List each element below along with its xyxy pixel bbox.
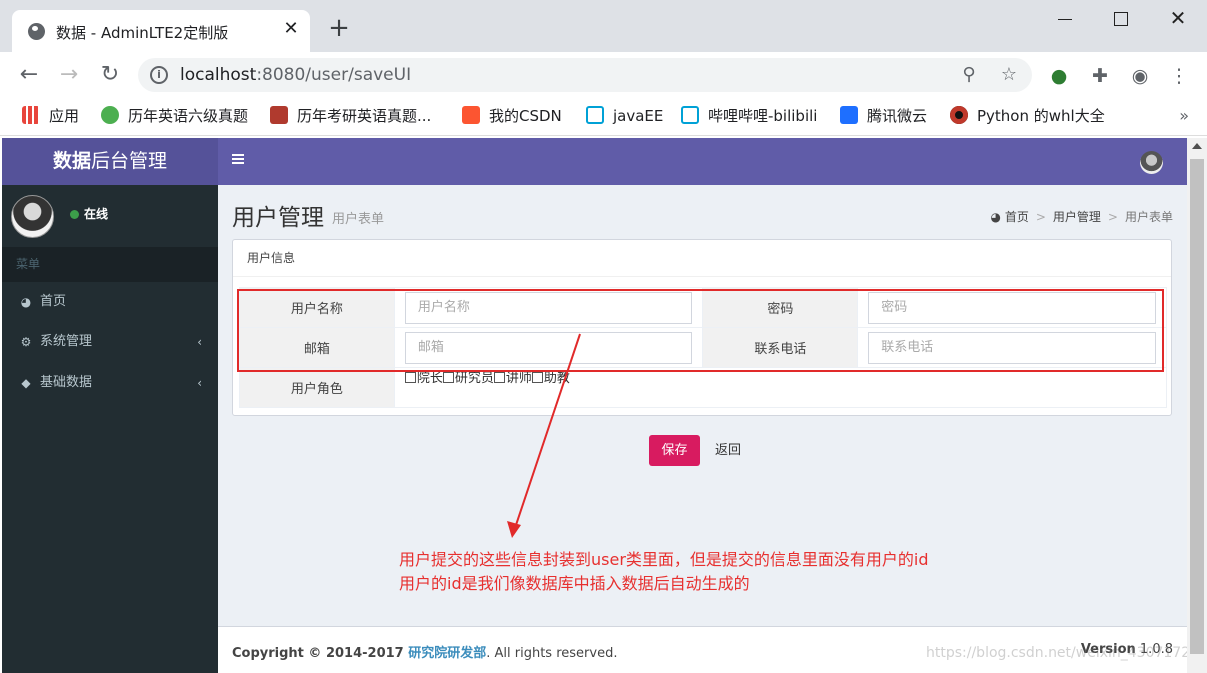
box-title: 用户信息: [247, 251, 296, 265]
browser-toolbar: ← → ↻ i localhost:8080/user/saveUI ⚲ ☆ ●…: [0, 52, 1207, 98]
apps-grid-icon: [22, 106, 40, 124]
sidebar-item-label: 基础数据: [40, 375, 93, 390]
close-tab-icon[interactable]: ✕: [280, 18, 302, 40]
annotation-line: 用户提交的这些信息封装到user类里面，但是提交的信息里面没有用户的id: [399, 550, 929, 569]
back-button[interactable]: 返回: [708, 435, 748, 466]
profile-icon[interactable]: ◉: [1128, 64, 1152, 88]
role-option[interactable]: 研究员: [442, 371, 494, 386]
chevron-left-icon: ‹: [197, 335, 202, 349]
user-status: 在线: [84, 207, 109, 221]
header-avatar[interactable]: [1140, 151, 1163, 174]
url-text: localhost:8080/user/saveUI: [180, 65, 412, 85]
bookmark-item[interactable]: 历年考研英语真题...: [270, 106, 431, 126]
globe-icon: [28, 23, 45, 40]
checkbox[interactable]: [404, 372, 416, 383]
bilibili-icon: [681, 106, 699, 124]
dashboard-icon: ◕: [20, 295, 32, 309]
role-checkboxes: 院长 研究员 讲师 助教: [393, 367, 1168, 408]
puzzle-icon[interactable]: ✚: [1088, 64, 1112, 88]
sidebar-item-label: 系统管理: [40, 334, 93, 349]
annotation-text: 用户提交的这些信息封装到user类里面，但是提交的信息里面没有用户的id 用户的…: [399, 548, 929, 596]
bookmark-apps[interactable]: 应用: [22, 106, 79, 126]
breadcrumb-user-mgmt[interactable]: 用户管理: [1053, 210, 1101, 224]
leaf-icon: [101, 106, 119, 124]
bookmark-item[interactable]: 腾讯微云: [840, 106, 927, 126]
sidebar-item-basic-data[interactable]: ◆ 基础数据 ‹: [2, 363, 218, 403]
role-label: 用户角色: [239, 367, 395, 408]
scrollbar[interactable]: [1187, 138, 1207, 673]
app-viewport: 数据后台管理 在线 菜单 ◕ 首页 ⚙ 系统管理 ‹ ◆ 基础数据 ‹ 用户管理…: [2, 138, 1187, 673]
back-icon[interactable]: ←: [16, 62, 42, 88]
zoom-icon[interactable]: ⚲: [958, 64, 980, 86]
scroll-thumb[interactable]: [1190, 159, 1204, 654]
address-bar[interactable]: i localhost:8080/user/saveUI ⚲ ☆: [138, 58, 1032, 92]
app-logo[interactable]: 数据后台管理: [2, 138, 218, 185]
watermark: https://blog.csdn.net/weixin_43071721: [926, 645, 1200, 661]
forward-icon[interactable]: →: [56, 62, 82, 88]
csdn-icon: [462, 106, 480, 124]
checkbox[interactable]: [493, 372, 505, 383]
breadcrumb: ◕ 首页 > 用户管理 > 用户表单: [990, 210, 1173, 224]
cloud-icon: [840, 106, 858, 124]
tab-title: 数据 - AdminLTE2定制版: [56, 24, 229, 42]
browser-tab-bar: 数据 - AdminLTE2定制版 ✕ + ✕: [0, 0, 1207, 52]
menu-header: 菜单: [2, 247, 218, 282]
breadcrumb-current: 用户表单: [1124, 210, 1173, 224]
dashboard-icon: ◕: [990, 210, 1001, 224]
save-button[interactable]: 保存: [649, 435, 700, 466]
bookmark-item[interactable]: javaEE: [586, 106, 663, 126]
avatar: [11, 195, 54, 238]
scroll-up-icon[interactable]: [1192, 143, 1202, 149]
bookmark-item[interactable]: 哔哩哔哩-bilibili: [681, 106, 817, 126]
checkbox[interactable]: [442, 372, 454, 383]
sidebar-toggle-icon[interactable]: [232, 154, 244, 164]
browser-tab[interactable]: 数据 - AdminLTE2定制版 ✕: [12, 10, 310, 52]
bookmarks-overflow-icon[interactable]: »: [1179, 106, 1189, 125]
bilibili-icon: [586, 106, 604, 124]
cogs-icon: ⚙: [20, 335, 32, 349]
maximize-button[interactable]: [1106, 8, 1136, 30]
online-status-icon: [70, 210, 79, 219]
info-icon[interactable]: i: [150, 66, 168, 84]
cube-icon: ◆: [21, 376, 31, 390]
bookmark-item[interactable]: 我的CSDN: [462, 106, 562, 126]
star-icon[interactable]: ☆: [998, 64, 1020, 86]
reload-icon[interactable]: ↻: [97, 62, 123, 88]
close-window-button[interactable]: ✕: [1163, 8, 1193, 30]
bookmarks-bar: 应用 历年英语六级真题 历年考研英语真题... 我的CSDN javaEE 哔哩…: [0, 98, 1207, 136]
divider: [233, 276, 1171, 277]
org-link[interactable]: 研究院研发部: [408, 646, 486, 661]
checkbox[interactable]: [531, 372, 543, 383]
role-option[interactable]: 讲师: [493, 371, 532, 386]
annotation-line: 用户的id是我们像数据库中插入数据后自动生成的: [399, 574, 750, 593]
menu-dots-icon[interactable]: ⋮: [1167, 64, 1191, 88]
sidebar-item-system[interactable]: ⚙ 系统管理 ‹: [2, 322, 218, 362]
annotation-highlight-box: [237, 289, 1164, 372]
app-header: [218, 138, 1187, 185]
chevron-left-icon: ‹: [197, 376, 202, 390]
role-option[interactable]: 院长: [404, 371, 443, 386]
copyright: Copyright © 2014-2017 研究院研发部. All rights…: [232, 646, 618, 661]
page-subtitle: 用户表单: [332, 212, 385, 227]
breadcrumb-home[interactable]: 首页: [1005, 210, 1029, 224]
page-title: 用户管理: [232, 205, 324, 231]
sidebar-item-label: 首页: [40, 294, 67, 309]
role-option[interactable]: 助教: [531, 371, 570, 386]
sidebar: 在线 菜单 ◕ 首页 ⚙ 系统管理 ‹ ◆ 基础数据 ‹: [2, 185, 218, 673]
user-panel: 在线: [2, 185, 218, 247]
extension-globe-icon[interactable]: ●: [1047, 64, 1071, 88]
minimize-button[interactable]: [1050, 8, 1080, 30]
sidebar-item-home[interactable]: ◕ 首页: [2, 282, 218, 322]
new-tab-button[interactable]: +: [327, 15, 351, 41]
book-icon: [270, 106, 288, 124]
bookmark-item[interactable]: Python 的whl大全: [950, 106, 1105, 126]
python-icon: [950, 106, 968, 124]
bookmark-item[interactable]: 历年英语六级真题: [101, 106, 248, 126]
